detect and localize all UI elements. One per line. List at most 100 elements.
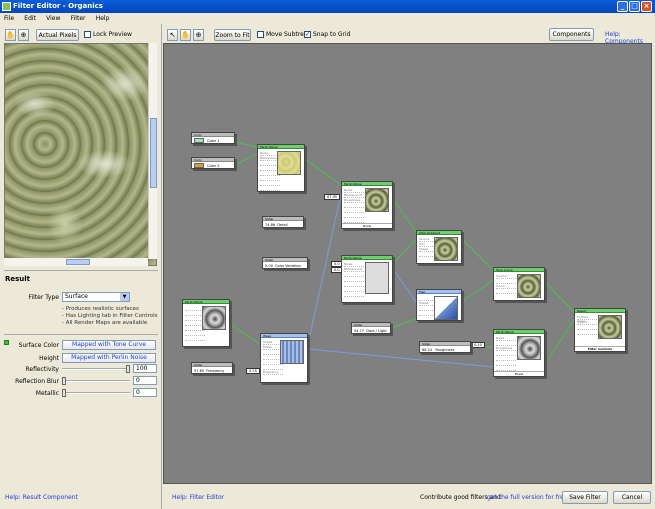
- node-title: Perlin Noise: [494, 330, 544, 334]
- hand-tool-icon[interactable]: ✋: [5, 29, 16, 41]
- description-line: - Has Lighting tab in Filter Controls: [62, 313, 158, 319]
- color-node-2[interactable]: Color Color 2: [191, 157, 235, 169]
- frequency-slider-node[interactable]: Slider 97.85 Frequency: [191, 362, 233, 374]
- preview-horizontal-scrollbar[interactable]: [4, 258, 148, 266]
- connection-wires: [229, 141, 575, 372]
- filter-graph-canvas[interactable]: Color Color 1 Color Color 2 Perlin Noise…: [163, 43, 652, 484]
- filter-controls-footer[interactable]: Filter Controls: [575, 346, 625, 351]
- full-version-link[interactable]: get the full version for free!: [487, 494, 570, 501]
- node-title: Color: [192, 133, 234, 137]
- color-swatch[interactable]: [194, 163, 204, 168]
- perlin-noise-node[interactable]: Perlin Noise Noise Roughness Pixels: [493, 329, 545, 377]
- maximize-button[interactable]: □: [629, 1, 640, 12]
- perlin-noise-node[interactable]: Perlin Noise Noise Background Roughness Pi…: [341, 181, 393, 229]
- scrollbar-thumb[interactable]: [66, 259, 90, 265]
- reflectivity-label: Reflectivity: [25, 366, 59, 373]
- filter-type-select[interactable]: Surface ▼: [62, 292, 130, 302]
- node-label: Frequency: [206, 369, 225, 373]
- reflectivity-slider[interactable]: [62, 365, 130, 373]
- color-swatch[interactable]: [194, 138, 204, 143]
- node-title: Color: [192, 158, 234, 162]
- menu-filter[interactable]: Filter: [67, 13, 90, 24]
- title-bar: Filter Editor - Organics _ □ ×: [0, 0, 655, 13]
- node-title: Slider: [420, 342, 470, 346]
- node-preview: [365, 262, 389, 294]
- wire: [229, 323, 261, 345]
- node-title: Perlin Noise: [342, 256, 392, 260]
- result-node[interactable]: Result Surface Color Height Filter Contro…: [574, 308, 626, 352]
- chevron-down-icon[interactable]: ▼: [120, 293, 129, 301]
- color-node-1[interactable]: Color Color 1: [191, 132, 235, 144]
- metallic-input[interactable]: 0: [133, 388, 157, 397]
- menu-edit[interactable]: Edit: [20, 13, 40, 24]
- node-title: Tone Curve: [494, 268, 544, 272]
- filter-type-label: Filter Type: [28, 294, 59, 301]
- reflection-blur-slider[interactable]: [62, 377, 130, 385]
- move-subtree-checkbox[interactable]: Move Subtree: [257, 30, 308, 39]
- wire: [234, 153, 258, 166]
- node-title: Slider: [263, 258, 307, 262]
- zoom-tool-icon[interactable]: ⊕: [18, 29, 29, 41]
- menu-bar: File Edit View Filter Help: [0, 13, 655, 24]
- surface-color-button[interactable]: Mapped with Tone Curve: [62, 340, 156, 350]
- wire: [544, 319, 575, 365]
- node-title: Slider: [352, 323, 390, 327]
- node-title: Wave: [261, 334, 307, 338]
- slider-knob[interactable]: [62, 389, 66, 397]
- zoom-to-fit-button[interactable]: Zoom to Fit: [214, 29, 251, 41]
- node-label: Detail: [277, 223, 288, 227]
- perlin-noise-node[interactable]: Perlin Noise Noise Background: [257, 144, 305, 192]
- node-label: Color Variation: [275, 264, 301, 268]
- node-value: 94.77: [354, 329, 365, 333]
- lock-preview-checkbox[interactable]: Lock Preview: [84, 30, 132, 39]
- height-button[interactable]: Mapped with Perlin Noise: [62, 353, 156, 363]
- node-value: Color 1: [207, 139, 220, 143]
- map-node[interactable]: Map Shape: [416, 289, 462, 321]
- node-title: Map: [417, 290, 461, 294]
- metallic-slider[interactable]: [62, 389, 130, 397]
- reflection-blur-label: Reflection Blur: [15, 378, 59, 385]
- node-title: Perlin Noise: [342, 182, 392, 186]
- snap-to-grid-checkbox[interactable]: ✓ Snap to Grid: [304, 30, 351, 39]
- divider: [4, 334, 158, 335]
- cancel-button[interactable]: Cancel: [613, 491, 651, 504]
- node-title: Result: [575, 309, 625, 313]
- node-footer: Pixels: [342, 223, 392, 228]
- help-filter-editor-link[interactable]: Help: Filter Editor: [172, 494, 224, 501]
- wave-node[interactable]: Wave Shape Phase Frequency: [260, 333, 308, 383]
- node-preview: [517, 274, 541, 298]
- node-title: Slider: [192, 363, 232, 367]
- move-subtree-label: Move Subtree: [266, 31, 308, 38]
- scrollbar-thumb[interactable]: [150, 118, 157, 188]
- menu-help[interactable]: Help: [92, 13, 114, 24]
- color-variation-slider-node[interactable]: Slider 0.00 Color Variation: [262, 257, 308, 269]
- perlin-noise-node[interactable]: Perlin Noise Noise Background: [341, 255, 393, 303]
- tone-curve-node[interactable]: Tone Curve Source Curve: [493, 267, 545, 301]
- dark-light-slider-node[interactable]: Slider 94.77 Dark / Light: [351, 322, 391, 334]
- minimize-button[interactable]: _: [617, 1, 628, 12]
- hand-tool-icon[interactable]: ✋: [180, 29, 191, 41]
- actual-pixels-button[interactable]: Actual Pixels: [36, 29, 79, 41]
- menu-view[interactable]: View: [42, 13, 64, 24]
- menu-file[interactable]: File: [0, 13, 18, 24]
- zoom-tool-icon[interactable]: ⊕: [193, 29, 204, 41]
- node-preview: [517, 336, 541, 360]
- surface-color-label: Surface Color: [18, 342, 59, 349]
- lock-preview-label: Lock Preview: [93, 31, 132, 38]
- slider-knob[interactable]: [126, 365, 130, 373]
- perlin-noise-node[interactable]: Perlin Noise: [182, 299, 230, 347]
- reflectivity-input[interactable]: 100: [133, 364, 157, 373]
- slider-knob[interactable]: [62, 377, 66, 385]
- roughness-slider-node[interactable]: Slider 68.24 Roughness: [419, 341, 471, 353]
- preview-image: [4, 43, 157, 266]
- detail-slider-node[interactable]: Slider 74.86 Detail: [262, 216, 304, 228]
- close-button[interactable]: ×: [641, 1, 652, 12]
- preview-vertical-scrollbar[interactable]: [148, 43, 157, 259]
- pixel-gradient-node[interactable]: Pixel Gradient Source Tool Shape: [416, 230, 462, 264]
- save-filter-button[interactable]: Save Filter: [562, 491, 608, 504]
- pointer-tool-icon[interactable]: ↖: [167, 29, 178, 41]
- node-preview: [598, 315, 622, 339]
- reflection-blur-input[interactable]: 0: [133, 376, 157, 385]
- help-result-link[interactable]: Help: Result Component: [5, 494, 78, 501]
- components-button[interactable]: Components: [549, 28, 594, 41]
